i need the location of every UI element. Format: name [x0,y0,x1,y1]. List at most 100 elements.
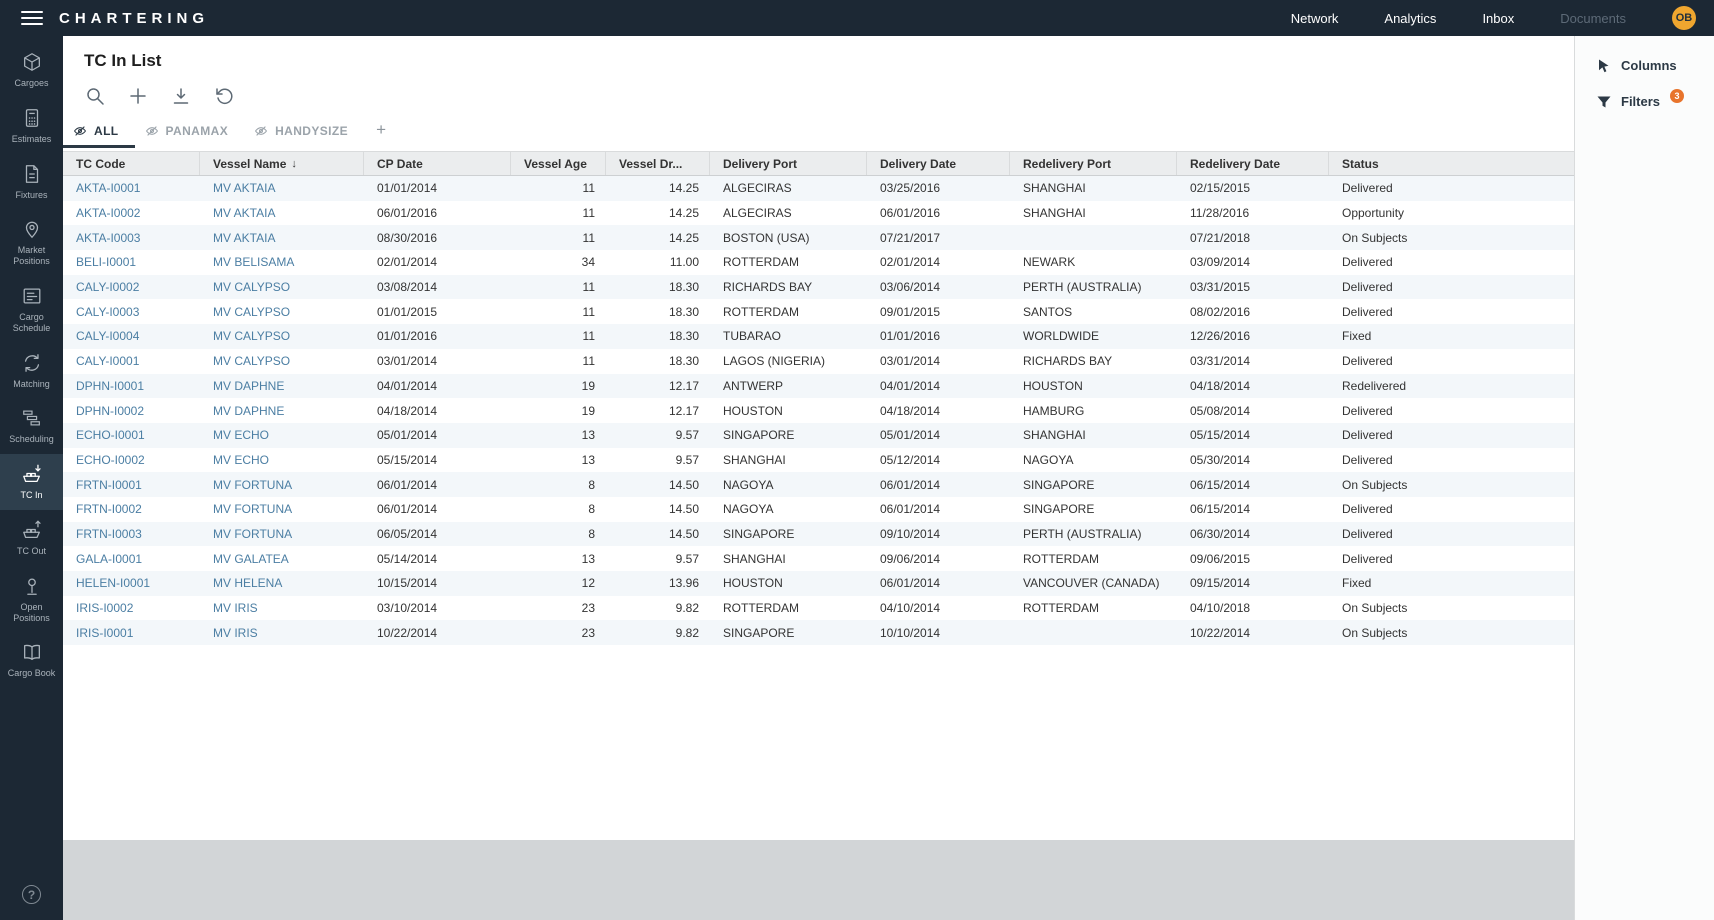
cell-tc-code-link[interactable]: CALY-I0003 [63,299,200,324]
table-row[interactable]: CALY-I0003 MV CALYPSO 01/01/2015 11 18.3… [63,299,1574,324]
sidebar-item-estimates[interactable]: Estimates [0,98,63,154]
user-avatar[interactable]: OB [1672,6,1696,30]
filters-button[interactable]: Filters 3 [1575,84,1714,120]
cell-vessel-name-link[interactable]: MV ECHO [200,423,364,448]
table-row[interactable]: FRTN-I0002 MV FORTUNA 06/01/2014 8 14.50… [63,497,1574,522]
table-row[interactable]: FRTN-I0001 MV FORTUNA 06/01/2014 8 14.50… [63,472,1574,497]
columns-button[interactable]: Columns [1575,48,1714,84]
col-header-delivery-date[interactable]: Delivery Date [867,152,1010,175]
cell-tc-code-link[interactable]: ECHO-I0002 [63,448,200,473]
table-row[interactable]: CALY-I0004 MV CALYPSO 01/01/2016 11 18.3… [63,324,1574,349]
cell-vessel-name-link[interactable]: MV IRIS [200,620,364,645]
nav-network[interactable]: Network [1291,11,1339,26]
sidebar-item-fixtures[interactable]: Fixtures [0,154,63,210]
search-icon[interactable] [85,86,105,106]
cell-tc-code-link[interactable]: CALY-I0004 [63,324,200,349]
cell-tc-code-link[interactable]: FRTN-I0001 [63,472,200,497]
cell-vessel-name-link[interactable]: MV DAPHNE [200,398,364,423]
table-row[interactable]: IRIS-I0001 MV IRIS 10/22/2014 23 9.82 SI… [63,620,1574,645]
cell-tc-code-link[interactable]: IRIS-I0002 [63,596,200,621]
cell-tc-code-link[interactable]: GALA-I0001 [63,546,200,571]
add-icon[interactable] [128,86,148,106]
table-row[interactable]: CALY-I0002 MV CALYPSO 03/08/2014 11 18.3… [63,275,1574,300]
sidebar-item-cargo-schedule[interactable]: Cargo Schedule [0,276,63,343]
sidebar-item-cargo-book[interactable]: Cargo Book [0,632,63,688]
cell-vessel-name-link[interactable]: MV AKTAIA [200,201,364,226]
sidebar-item-tc-out[interactable]: TC Out [0,510,63,566]
sidebar-item-scheduling[interactable]: Scheduling [0,398,63,454]
sidebar-item-matching[interactable]: Matching [0,343,63,399]
cell-vessel-name-link[interactable]: MV IRIS [200,596,364,621]
cell-vessel-name-link[interactable]: MV CALYPSO [200,299,364,324]
cell-tc-code-link[interactable]: AKTA-I0003 [63,225,200,250]
col-header-vessel-age[interactable]: Vessel Age [511,152,606,175]
cell-vessel-name-link[interactable]: MV HELENA [200,571,364,596]
help-icon[interactable]: ? [22,885,41,904]
tab-all[interactable]: ALL [63,119,135,148]
sidebar-item-tc-in[interactable]: TC In [0,454,63,510]
cell-vessel-draft: 18.30 [606,349,710,374]
table-row[interactable]: AKTA-I0003 MV AKTAIA 08/30/2016 11 14.25… [63,225,1574,250]
cell-vessel-name-link[interactable]: MV AKTAIA [200,176,364,201]
cell-vessel-name-link[interactable]: MV ECHO [200,448,364,473]
col-header-delivery-port[interactable]: Delivery Port [710,152,867,175]
sidebar-item-open-positions[interactable]: Open Positions [0,566,63,633]
cell-tc-code-link[interactable]: CALY-I0001 [63,349,200,374]
col-header-redelivery-port[interactable]: Redelivery Port [1010,152,1177,175]
col-header-vessel-draft[interactable]: Vessel Dr... [606,152,710,175]
cell-tc-code-link[interactable]: DPHN-I0001 [63,374,200,399]
cell-delivery-date: 03/25/2016 [867,176,1010,201]
cell-tc-code-link[interactable]: ECHO-I0001 [63,423,200,448]
cell-tc-code-link[interactable]: HELEN-I0001 [63,571,200,596]
table-row[interactable]: BELI-I0001 MV BELISAMA 02/01/2014 34 11.… [63,250,1574,275]
sidebar-item-market-positions[interactable]: Market Positions [0,209,63,276]
cell-vessel-name-link[interactable]: MV GALATEA [200,546,364,571]
table-row[interactable]: AKTA-I0001 MV AKTAIA 01/01/2014 11 14.25… [63,176,1574,201]
table-row[interactable]: ECHO-I0002 MV ECHO 05/15/2014 13 9.57 SH… [63,448,1574,473]
cell-tc-code-link[interactable]: AKTA-I0001 [63,176,200,201]
cell-tc-code-link[interactable]: IRIS-I0001 [63,620,200,645]
table-row[interactable]: FRTN-I0003 MV FORTUNA 06/05/2014 8 14.50… [63,522,1574,547]
cell-vessel-name-link[interactable]: MV CALYPSO [200,275,364,300]
col-header-vessel-name[interactable]: Vessel Name ↓ [200,152,364,175]
cell-tc-code-link[interactable]: BELI-I0001 [63,250,200,275]
nav-inbox[interactable]: Inbox [1482,11,1514,26]
cell-delivery-port: ROTTERDAM [710,596,867,621]
cell-delivery-date: 04/18/2014 [867,398,1010,423]
col-header-status[interactable]: Status [1329,152,1574,175]
export-icon[interactable] [171,86,191,106]
table-row[interactable]: DPHN-I0001 MV DAPHNE 04/01/2014 19 12.17… [63,374,1574,399]
cell-vessel-name-link[interactable]: MV DAPHNE [200,374,364,399]
cell-vessel-name-link[interactable]: MV FORTUNA [200,497,364,522]
tab-handysize[interactable]: HANDYSIZE [244,119,364,148]
reset-icon[interactable] [214,86,234,106]
table-row[interactable]: DPHN-I0002 MV DAPHNE 04/18/2014 19 12.17… [63,398,1574,423]
cell-tc-code-link[interactable]: AKTA-I0002 [63,201,200,226]
cell-vessel-name-link[interactable]: MV FORTUNA [200,522,364,547]
cell-delivery-port: BOSTON (USA) [710,225,867,250]
table-row[interactable]: CALY-I0001 MV CALYPSO 03/01/2014 11 18.3… [63,349,1574,374]
cell-tc-code-link[interactable]: FRTN-I0003 [63,522,200,547]
cell-tc-code-link[interactable]: CALY-I0002 [63,275,200,300]
menu-icon[interactable] [21,11,43,25]
col-header-redelivery-date[interactable]: Redelivery Date [1177,152,1329,175]
col-header-cp-date[interactable]: CP Date [364,152,511,175]
cell-vessel-name-link[interactable]: MV BELISAMA [200,250,364,275]
cell-vessel-name-link[interactable]: MV CALYPSO [200,349,364,374]
col-header-tc-code[interactable]: TC Code [63,152,200,175]
cell-tc-code-link[interactable]: DPHN-I0002 [63,398,200,423]
cell-vessel-name-link[interactable]: MV AKTAIA [200,225,364,250]
cell-vessel-name-link[interactable]: MV FORTUNA [200,472,364,497]
table-row[interactable]: IRIS-I0002 MV IRIS 03/10/2014 23 9.82 RO… [63,596,1574,621]
cell-delivery-date: 06/01/2016 [867,201,1010,226]
table-row[interactable]: AKTA-I0002 MV AKTAIA 06/01/2016 11 14.25… [63,201,1574,226]
table-row[interactable]: HELEN-I0001 MV HELENA 10/15/2014 12 13.9… [63,571,1574,596]
add-view-tab-button[interactable]: + [364,118,398,148]
nav-analytics[interactable]: Analytics [1384,11,1436,26]
table-row[interactable]: GALA-I0001 MV GALATEA 05/14/2014 13 9.57… [63,546,1574,571]
table-row[interactable]: ECHO-I0001 MV ECHO 05/01/2014 13 9.57 SI… [63,423,1574,448]
tab-panamax[interactable]: PANAMAX [135,119,245,148]
cell-tc-code-link[interactable]: FRTN-I0002 [63,497,200,522]
sidebar-item-cargoes[interactable]: Cargoes [0,42,63,98]
cell-vessel-name-link[interactable]: MV CALYPSO [200,324,364,349]
